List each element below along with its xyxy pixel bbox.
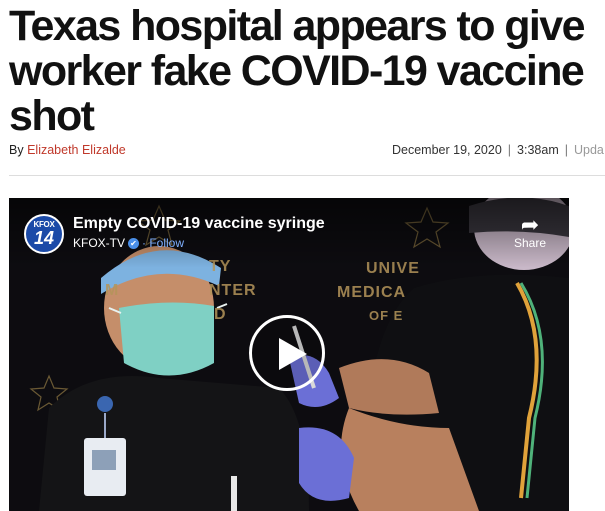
byline: By Elizabeth Elizalde December 19, 2020 |… [9,143,605,159]
follow-button[interactable]: · Follow [142,236,184,250]
backdrop-text: MEDICA [337,284,407,301]
meta-separator: | [564,143,568,157]
publish-time: 3:38am [517,143,559,157]
publish-meta: December 19, 2020 | 3:38am | Upda [392,143,604,157]
share-arrow-icon: ➦ [520,212,540,237]
meta-separator: | [507,143,512,157]
author-link[interactable]: Elizabeth Elizalde [27,143,126,157]
channel-name[interactable]: KFOX-TV [73,236,125,250]
article-headline: Texas hospital appears to give worker fa… [9,2,586,140]
video-top-overlay [9,198,569,268]
publish-date: December 19, 2020 [392,143,502,157]
video-player[interactable]: TY M NTER D UNIVE MEDICA OF E KFOX 14 Em… [9,198,569,511]
byline-prefix: By [9,143,24,157]
verified-icon: ✔ [128,238,140,250]
byline-author-line: By Elizabeth Elizalde [9,143,126,157]
backdrop-text: NTER [209,282,257,299]
backdrop-text: M [105,282,120,299]
channel-info: KFOX-TV ✔ · Follow [73,236,184,250]
channel-logo[interactable]: KFOX 14 [24,214,64,254]
play-icon [279,338,307,370]
updated-label: Upda [574,143,604,157]
video-title[interactable]: Empty COVID-19 vaccine syringe [73,215,325,233]
backdrop-text: D [214,306,227,323]
share-label: Share [513,236,547,250]
divider [9,175,605,176]
backdrop-text: OF E [369,308,404,323]
share-button[interactable]: ➦ Share [505,212,555,251]
channel-logo-number: 14 [33,228,55,248]
play-button[interactable] [249,315,325,391]
